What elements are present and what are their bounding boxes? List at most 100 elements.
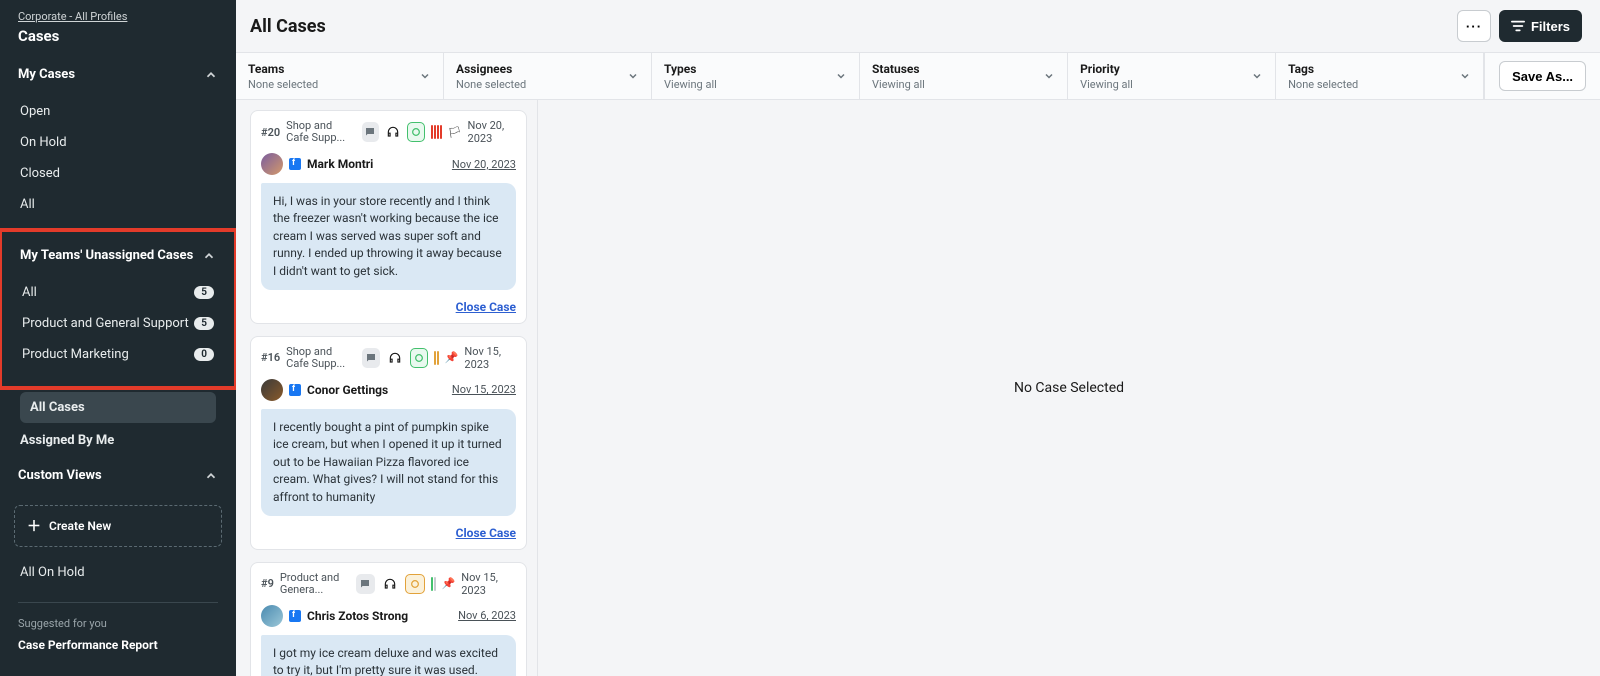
avatar <box>261 379 283 401</box>
page-title: All Cases <box>250 16 326 37</box>
headset-icon <box>385 122 402 142</box>
ellipsis-icon: ··· <box>1466 19 1482 34</box>
save-as-button[interactable]: Save As... <box>1499 61 1586 91</box>
close-case-link[interactable]: Close Case <box>456 526 516 540</box>
chat-icon <box>362 348 380 368</box>
chevron-down-icon <box>627 70 639 82</box>
flag-icon: 🏳 <box>448 126 462 139</box>
sidebar: Corporate - All Profiles Cases My Cases … <box>0 0 236 676</box>
case-detail-empty: No Case Selected <box>538 100 1600 676</box>
plus-icon: ＋ <box>27 516 41 536</box>
chevron-down-icon <box>419 70 431 82</box>
case-card[interactable]: #9 Product and Genera... 📌 Nov 15, 2023 … <box>250 562 527 676</box>
header: All Cases ··· Filters <box>236 0 1600 52</box>
case-user-row: Mark Montri Nov 20, 2023 <box>261 153 516 175</box>
close-case-link[interactable]: Close Case <box>456 300 516 314</box>
case-actions: Close Case <box>261 522 516 541</box>
sidebar-section-custom-views[interactable]: Custom Views <box>0 456 236 495</box>
sidebar-item-all-on-hold[interactable]: All On Hold <box>0 557 236 588</box>
avatar <box>261 605 283 627</box>
divider <box>18 602 218 603</box>
priority-indicator <box>431 125 442 139</box>
user-name: Conor Gettings <box>307 383 388 397</box>
case-message: I got my ice cream deluxe and was excite… <box>261 635 516 676</box>
more-options-button[interactable]: ··· <box>1457 10 1491 42</box>
highlighted-section: My Teams' Unassigned Cases All 5 Product… <box>0 228 236 390</box>
sidebar-item-assigned-by-me[interactable]: Assigned By Me <box>0 425 236 456</box>
sidebar-section-unassigned[interactable]: My Teams' Unassigned Cases <box>2 236 234 275</box>
case-list[interactable]: #20 Shop and Cafe Supp... 🏳 Nov 20, 2023… <box>236 100 538 676</box>
facebook-icon <box>289 610 301 622</box>
case-user-row: Conor Gettings Nov 15, 2023 <box>261 379 516 401</box>
avatar <box>261 153 283 175</box>
sidebar-item-unassigned-all[interactable]: All 5 <box>2 277 234 308</box>
sidebar-item-closed[interactable]: Closed <box>0 158 236 189</box>
user-name: Mark Montri <box>307 157 373 171</box>
sidebar-section-label: My Teams' Unassigned Cases <box>20 248 193 263</box>
case-header: #20 Shop and Cafe Supp... 🏳 Nov 20, 2023 <box>261 119 516 145</box>
user-name: Chris Zotos Strong <box>307 609 408 623</box>
chevron-down-icon <box>1459 70 1471 82</box>
case-message: I recently bought a pint of pumpkin spik… <box>261 409 516 516</box>
headset-icon <box>381 574 400 594</box>
filters-button[interactable]: Filters <box>1499 10 1582 42</box>
case-id: #16 <box>261 351 280 364</box>
headset-icon <box>386 348 404 368</box>
chevron-up-icon <box>204 68 218 82</box>
case-header-date: Nov 15, 2023 <box>461 571 516 597</box>
case-id: #20 <box>261 126 280 139</box>
case-header: #9 Product and Genera... 📌 Nov 15, 2023 <box>261 571 516 597</box>
save-as-container: Save As... <box>1484 53 1600 99</box>
filter-types[interactable]: TypesViewing all <box>652 53 860 99</box>
chevron-down-icon <box>835 70 847 82</box>
message-date[interactable]: Nov 6, 2023 <box>458 609 516 622</box>
facebook-icon <box>289 158 301 170</box>
my-cases-sub: Open On Hold Closed All <box>0 94 236 228</box>
filter-bar: TeamsNone selected AssigneesNone selecte… <box>236 52 1600 100</box>
case-card[interactable]: #16 Shop and Cafe Supp... 📌 Nov 15, 2023… <box>250 336 527 550</box>
unassigned-sub: All 5 Product and General Support 5 Prod… <box>2 275 234 378</box>
main: All Cases ··· Filters TeamsNone selected… <box>236 0 1600 676</box>
case-card[interactable]: #20 Shop and Cafe Supp... 🏳 Nov 20, 2023… <box>250 110 527 324</box>
sidebar-section-my-cases[interactable]: My Cases <box>0 55 236 94</box>
filter-priority[interactable]: PriorityViewing all <box>1068 53 1276 99</box>
message-date[interactable]: Nov 15, 2023 <box>452 383 516 396</box>
sidebar-item-on-hold[interactable]: On Hold <box>0 127 236 158</box>
filter-teams[interactable]: TeamsNone selected <box>236 53 444 99</box>
sidebar-item-unassigned-product-support[interactable]: Product and General Support 5 <box>2 308 234 339</box>
filter-assignees[interactable]: AssigneesNone selected <box>444 53 652 99</box>
chevron-up-icon <box>204 469 218 483</box>
sidebar-item-open[interactable]: Open <box>0 96 236 127</box>
count-badge: 0 <box>194 348 214 361</box>
message-date[interactable]: Nov 20, 2023 <box>452 158 516 171</box>
chevron-down-icon <box>1251 70 1263 82</box>
chat-icon <box>356 574 375 594</box>
case-header: #16 Shop and Cafe Supp... 📌 Nov 15, 2023 <box>261 345 516 371</box>
sidebar-title: Cases <box>0 27 236 55</box>
count-badge: 5 <box>194 286 214 299</box>
pin-icon: 📌 <box>445 351 459 364</box>
breadcrumb[interactable]: Corporate - All Profiles <box>0 0 236 27</box>
case-header-date: Nov 20, 2023 <box>468 119 516 145</box>
create-new-view-button[interactable]: ＋ Create New <box>14 505 222 547</box>
case-team: Shop and Cafe Supp... <box>286 346 356 370</box>
case-user-row: Chris Zotos Strong Nov 6, 2023 <box>261 605 516 627</box>
case-message: Hi, I was in your store recently and I t… <box>261 183 516 290</box>
sidebar-item-all-cases[interactable]: All Cases <box>20 392 216 423</box>
filter-statuses[interactable]: StatusesViewing all <box>860 53 1068 99</box>
filter-tags[interactable]: TagsNone selected <box>1276 53 1484 99</box>
header-actions: ··· Filters <box>1457 10 1582 42</box>
chevron-up-icon <box>202 249 216 263</box>
case-id: #9 <box>261 577 274 590</box>
status-pending-icon <box>405 574 424 594</box>
case-header-date: Nov 15, 2023 <box>464 345 516 371</box>
priority-indicator <box>434 351 439 365</box>
suggested-link-case-performance[interactable]: Case Performance Report <box>0 630 236 656</box>
pin-icon: 📌 <box>442 577 456 590</box>
sidebar-item-all[interactable]: All <box>0 189 236 220</box>
status-open-icon <box>410 348 428 368</box>
sidebar-item-unassigned-marketing[interactable]: Product Marketing 0 <box>2 339 234 370</box>
chat-icon <box>362 122 379 142</box>
sidebar-section-label: My Cases <box>18 67 75 82</box>
count-badge: 5 <box>194 317 214 330</box>
